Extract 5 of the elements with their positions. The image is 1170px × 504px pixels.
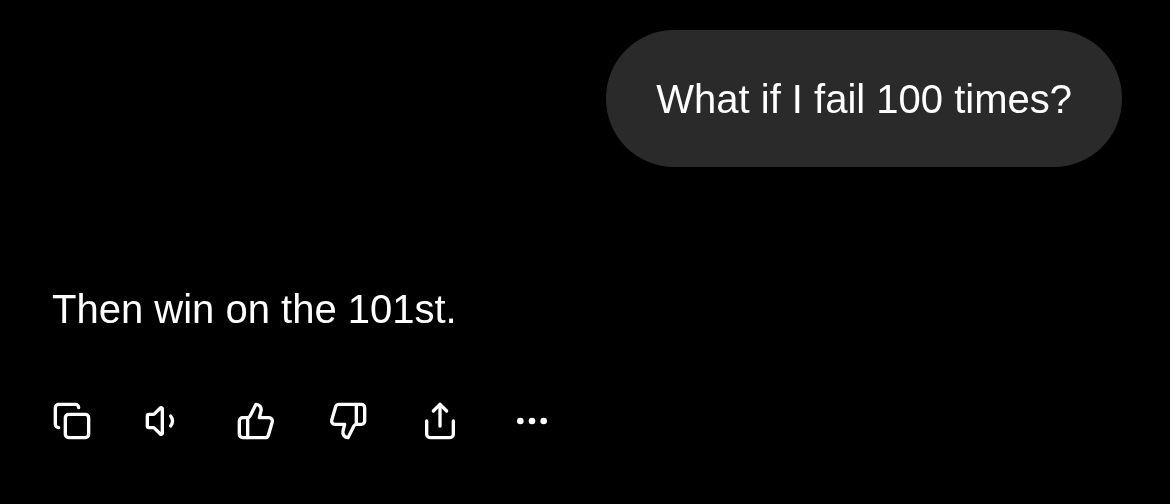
copy-icon[interactable] (52, 401, 92, 441)
user-message-bubble: What if I fail 100 times? (606, 30, 1122, 167)
assistant-message: Then win on the 101st. (52, 287, 457, 331)
thumbs-down-icon[interactable] (328, 401, 368, 441)
thumbs-up-icon[interactable] (236, 401, 276, 441)
